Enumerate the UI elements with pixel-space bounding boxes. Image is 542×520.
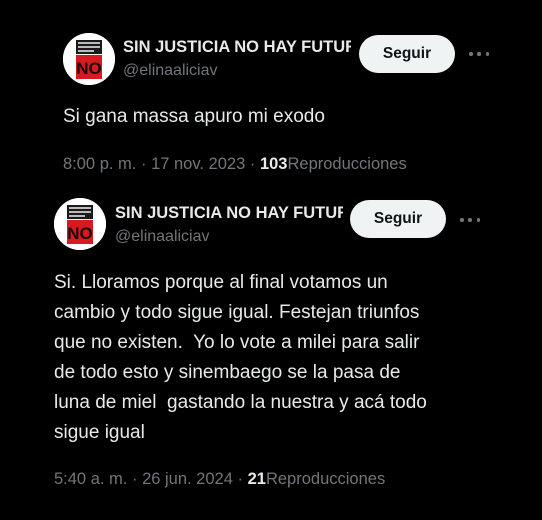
- tweet-date[interactable]: 26 jun. 2024: [142, 470, 233, 488]
- avatar[interactable]: NO: [63, 33, 115, 85]
- avatar-text: NO: [76, 59, 102, 78]
- handle[interactable]: @elinaaliciav: [123, 62, 218, 80]
- avatar[interactable]: NO: [54, 198, 106, 250]
- views-count: 21: [247, 470, 266, 488]
- follow-button[interactable]: Seguir: [359, 35, 455, 73]
- tweet-date[interactable]: 17 nov. 2023: [151, 155, 245, 173]
- handle[interactable]: @elinaaliciav: [115, 228, 210, 246]
- views-count: 103: [259, 155, 288, 173]
- tweet-meta: 5:40 a. m. · 26 jun. 2024 · 21Reproducci…: [54, 470, 385, 489]
- tweet-2: NO SIN JUSTICIA NO HAY FUTURO @elinaalic…: [0, 185, 542, 520]
- views-label: Reproducciones: [265, 470, 386, 488]
- follow-button[interactable]: Seguir: [350, 200, 446, 238]
- meta-separator: ·: [249, 155, 256, 173]
- avatar-image: NO: [54, 198, 106, 250]
- meta-separator: ·: [237, 470, 244, 488]
- avatar-image: NO: [63, 33, 115, 85]
- display-name[interactable]: SIN JUSTICIA NO HAY FUTURO: [115, 204, 343, 223]
- views-label: Reproducciones: [287, 155, 407, 173]
- more-options-icon[interactable]: [460, 217, 480, 223]
- display-name[interactable]: SIN JUSTICIA NO HAY FUTURO: [123, 38, 351, 57]
- tweet-text: Si. Lloramos porque al final votamos un …: [54, 272, 427, 443]
- tweet-1: NO SIN JUSTICIA NO HAY FUTURO @elinaalic…: [0, 0, 542, 185]
- tweet-time[interactable]: 5:40 a. m.: [54, 470, 127, 488]
- meta-separator: ·: [140, 155, 147, 173]
- tweet-time[interactable]: 8:00 p. m.: [63, 155, 136, 173]
- tweet-text: Si gana massa apuro mi exodo: [63, 106, 325, 127]
- more-options-icon[interactable]: [469, 51, 489, 57]
- avatar-text: NO: [67, 224, 93, 243]
- tweet-meta: 8:00 p. m. · 17 nov. 2023 · 103Reproducc…: [63, 155, 407, 174]
- meta-separator: ·: [131, 470, 138, 488]
